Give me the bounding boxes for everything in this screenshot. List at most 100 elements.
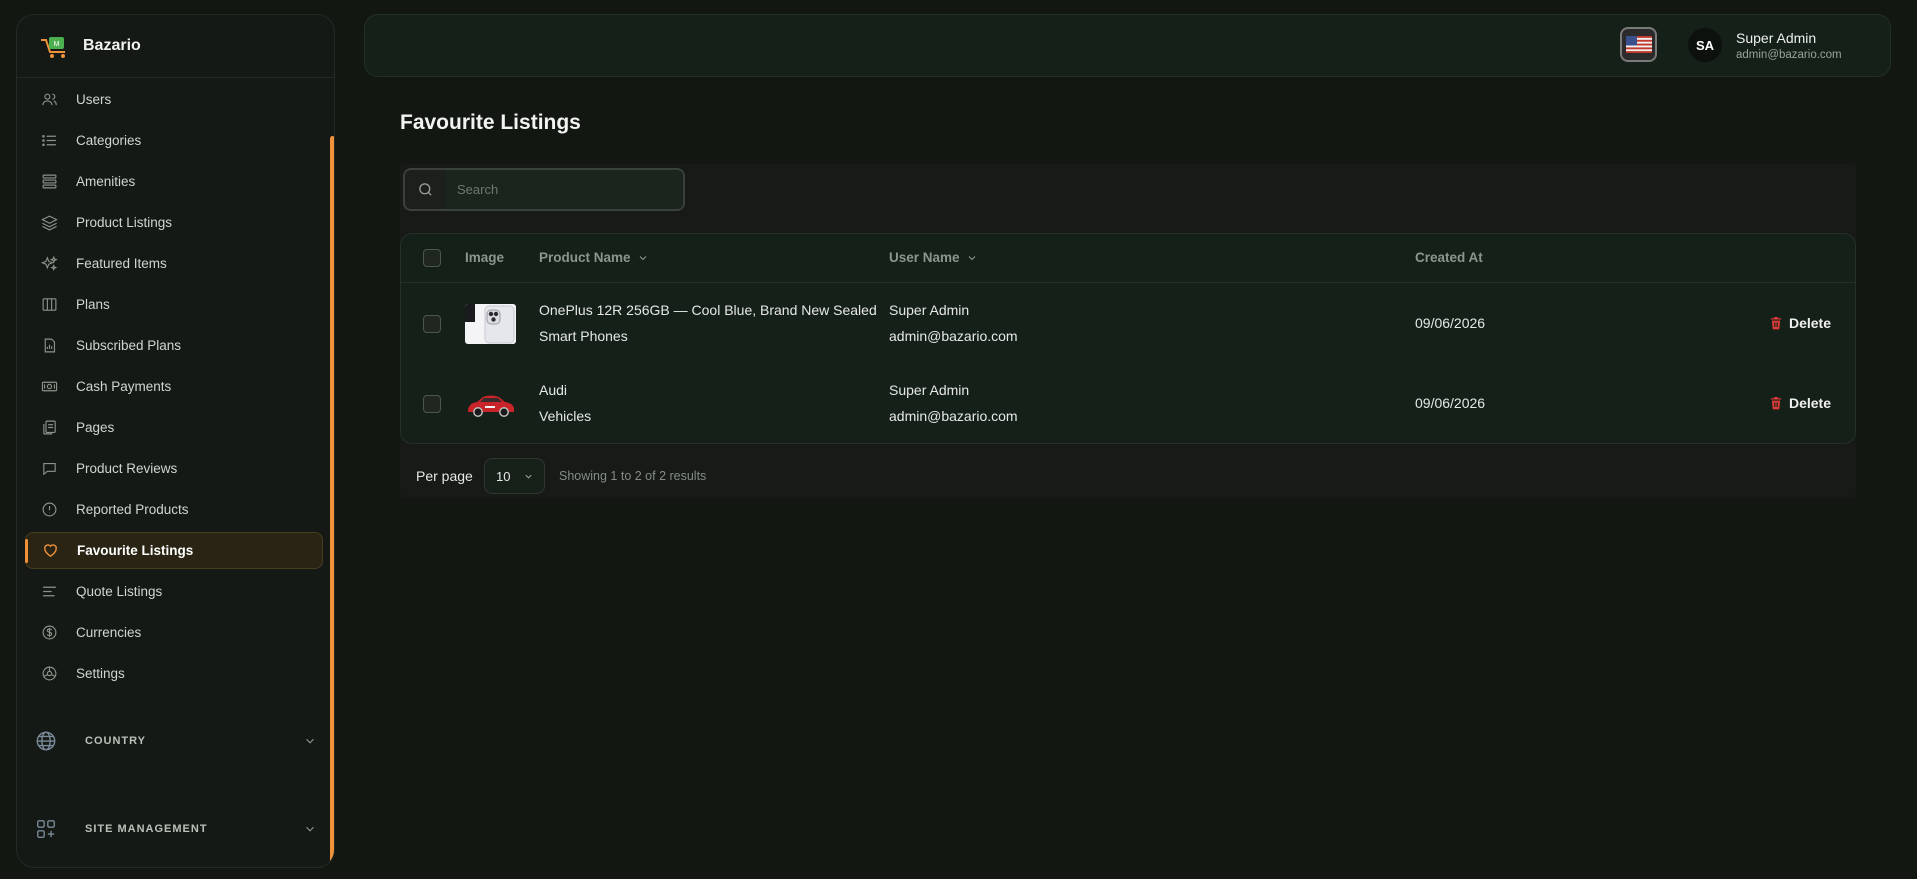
settings-icon — [41, 665, 58, 682]
sidebar-item-product-listings[interactable]: Product Listings — [25, 204, 323, 241]
globe-icon — [36, 731, 56, 751]
sidebar-item-label: Categories — [76, 133, 142, 148]
user-email: admin@bazario.com — [889, 408, 1018, 424]
delete-button[interactable]: Delete — [1769, 395, 1831, 411]
row-checkbox[interactable] — [423, 395, 441, 413]
user-email: admin@bazario.com — [889, 328, 1018, 344]
layers-stack-icon — [41, 173, 58, 190]
align-left-icon — [41, 583, 58, 600]
table-header: Image Product Name User Name Created At — [401, 234, 1855, 283]
product-name: OnePlus 12R 256GB — Cool Blue, Brand New… — [539, 302, 877, 318]
car-image[interactable] — [465, 384, 516, 424]
chevron-down-icon — [306, 738, 314, 744]
sidebar-item-pages[interactable]: Pages — [25, 409, 323, 446]
sidebar-item-categories[interactable]: Categories — [25, 122, 323, 159]
sidebar-item-currencies[interactable]: Currencies — [25, 614, 323, 651]
page-title: Favourite Listings — [400, 111, 581, 134]
sidebar-item-label: Currencies — [76, 625, 142, 640]
favourites-table: Image Product Name User Name Created At — [400, 233, 1856, 444]
column-label: Image — [465, 250, 505, 265]
document-chart-icon — [41, 337, 58, 354]
avatar[interactable]: SA — [1688, 28, 1722, 62]
sidebar-item-label: Favourite Listings — [77, 543, 194, 558]
svg-text:M: M — [54, 41, 60, 48]
top-bar: SA Super Admin admin@bazario.com — [364, 14, 1891, 77]
created-at: 09/06/2026 — [1415, 395, 1486, 411]
per-page-label: Per page — [416, 468, 473, 484]
user-name: Super Admin — [889, 302, 970, 318]
sidebar-item-label: Featured Items — [76, 256, 167, 271]
us-flag-icon — [1625, 36, 1652, 53]
delete-button[interactable]: Delete — [1769, 315, 1831, 331]
heart-icon — [42, 542, 59, 559]
sidebar-item-cash-payments[interactable]: Cash Payments — [25, 368, 323, 405]
sidebar-item-settings[interactable]: Settings — [25, 655, 323, 692]
sidebar-nav: Users Categories Amenities Product Listi… — [25, 81, 323, 696]
cash-icon — [41, 378, 58, 395]
sidebar-item-label: Users — [76, 92, 112, 107]
table-row: Audi Vehicles Super Admin admin@bazario.… — [401, 364, 1855, 443]
chevron-down-icon — [525, 474, 532, 479]
sidebar-item-users[interactable]: Users — [25, 81, 323, 118]
column-header-image: Image — [465, 250, 504, 265]
sidebar-item-label: Plans — [76, 297, 110, 312]
sidebar-item-product-reviews[interactable]: Product Reviews — [25, 450, 323, 487]
table-row: OnePlus 12R 256GB — Cool Blue, Brand New… — [401, 284, 1855, 364]
pages-icon — [41, 419, 58, 436]
alert-circle-icon — [41, 501, 58, 518]
section-site-management[interactable]: SITE MANAGEMENT — [35, 809, 325, 849]
sidebar-item-subscribed-plans[interactable]: Subscribed Plans — [25, 327, 323, 364]
sidebar-item-label: Cash Payments — [76, 379, 172, 394]
sidebar-item-featured-items[interactable]: Featured Items — [25, 245, 323, 282]
brand[interactable]: M Bazario — [17, 15, 334, 78]
sidebar-item-quote-listings[interactable]: Quote Listings — [25, 573, 323, 610]
sidebar-item-label: Settings — [76, 666, 125, 681]
column-label: Created At — [1415, 250, 1483, 265]
product-category: Smart Phones — [539, 328, 628, 344]
sidebar-item-label: Product Listings — [76, 215, 173, 230]
trash-icon — [1770, 317, 1782, 330]
sidebar-item-label: Product Reviews — [76, 461, 178, 476]
per-page-select[interactable]: 10 — [484, 458, 545, 494]
brand-name: Bazario — [83, 37, 141, 54]
column-label: Product Name — [539, 250, 631, 265]
list-icon — [41, 132, 58, 149]
delete-label: Delete — [1788, 315, 1831, 331]
chevron-down-icon — [306, 826, 314, 832]
sidebar-item-label: Quote Listings — [76, 584, 163, 599]
row-checkbox[interactable] — [423, 315, 441, 333]
language-switcher[interactable] — [1620, 27, 1657, 62]
sidebar-item-amenities[interactable]: Amenities — [25, 163, 323, 200]
layers-icon — [41, 214, 58, 231]
chat-bubble-icon — [41, 460, 58, 477]
search-input[interactable] — [445, 170, 683, 209]
columns-icon — [41, 296, 58, 313]
user-name: Super Admin — [889, 382, 970, 398]
results-summary: Showing 1 to 2 of 2 results — [559, 469, 707, 483]
sidebar-item-label: Amenities — [76, 174, 136, 189]
section-label: COUNTRY — [85, 735, 146, 747]
column-header-created-at: Created At — [1415, 250, 1483, 265]
user-name: Super Admin — [1736, 30, 1817, 46]
sidebar: M Bazario Users Categories Amenities Pro… — [16, 14, 335, 868]
sidebar-item-reported-products[interactable]: Reported Products — [25, 491, 323, 528]
sidebar-item-label: Pages — [76, 420, 115, 435]
column-header-user-name[interactable]: User Name — [889, 250, 978, 265]
sidebar-item-favourite-listings[interactable]: Favourite Listings — [25, 532, 323, 569]
sidebar-scrollbar[interactable] — [330, 136, 334, 865]
delete-label: Delete — [1788, 395, 1831, 411]
grid-plus-icon — [37, 820, 55, 838]
dollar-circle-icon — [41, 624, 58, 641]
sidebar-item-plans[interactable]: Plans — [25, 286, 323, 323]
phone-image[interactable] — [465, 304, 516, 344]
listings-panel: Image Product Name User Name Created At — [400, 164, 1856, 498]
trash-icon — [1770, 397, 1782, 410]
section-country[interactable]: COUNTRY — [35, 721, 325, 761]
sparkles-icon — [41, 255, 58, 272]
select-all-checkbox[interactable] — [423, 249, 441, 267]
cart-logo-icon: M — [41, 37, 65, 58]
per-page-value: 10 — [496, 468, 511, 484]
created-at: 09/06/2026 — [1415, 315, 1486, 331]
column-header-product-name[interactable]: Product Name — [539, 250, 649, 265]
search-icon — [405, 170, 445, 209]
